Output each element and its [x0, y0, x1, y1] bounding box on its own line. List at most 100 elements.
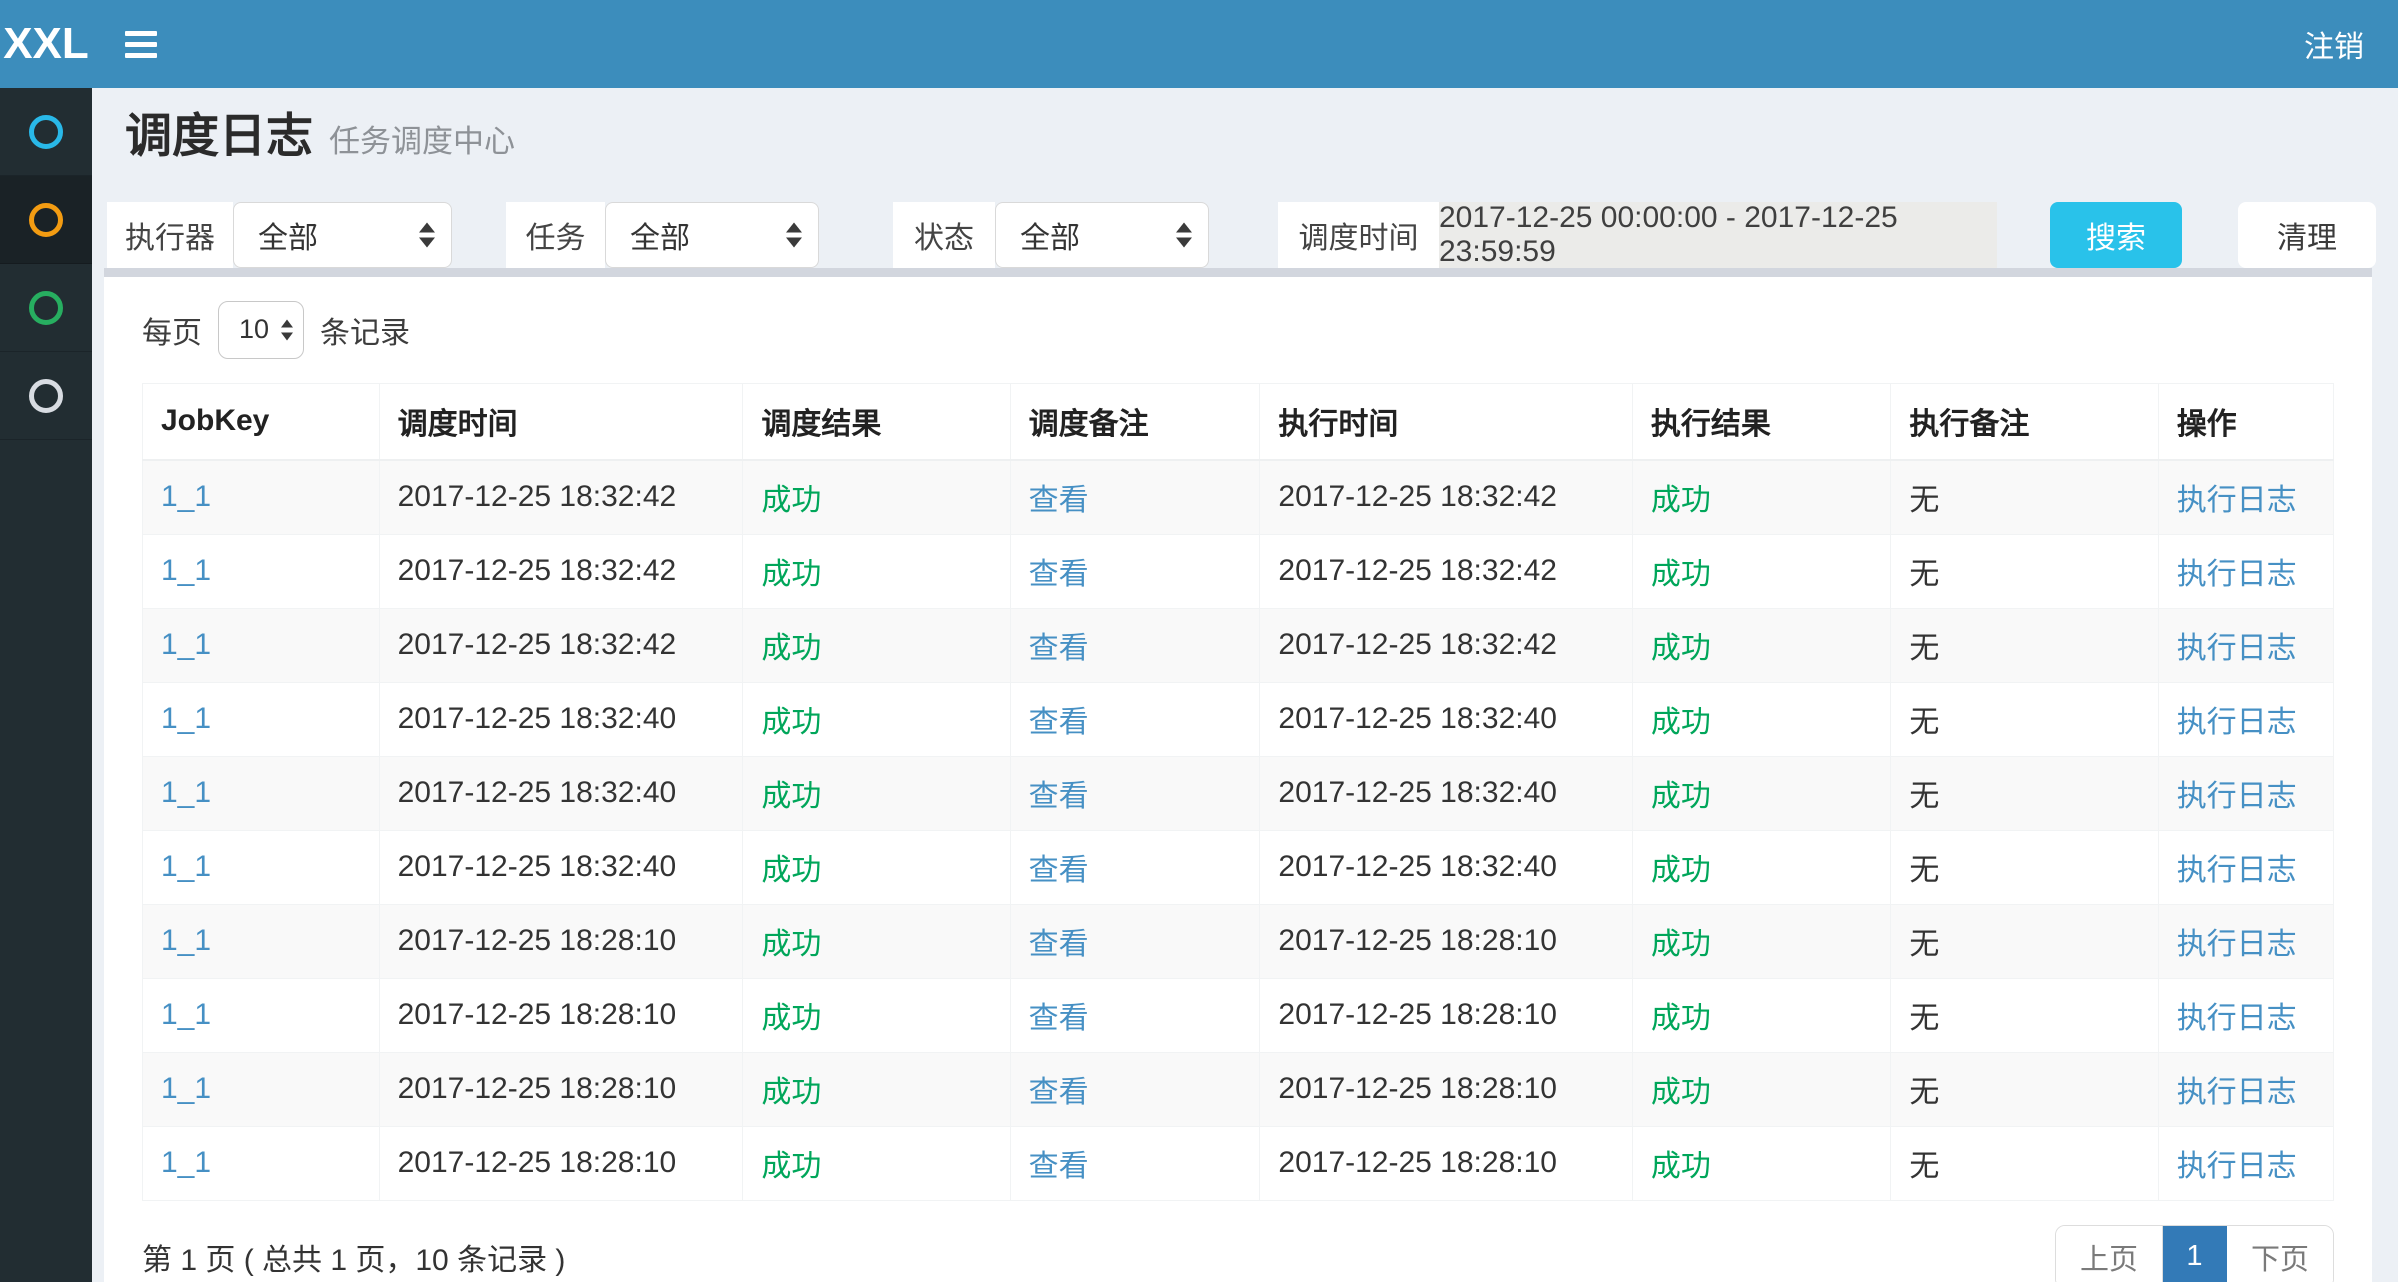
dispatch-remark-link[interactable]: 查看	[1029, 780, 1089, 813]
jobkey-link[interactable]: 1_1	[161, 1146, 211, 1179]
sidebar-item-1[interactable]	[0, 88, 92, 176]
jobkey-link[interactable]: 1_1	[161, 850, 211, 883]
col-execute-remark: 执行备注	[1891, 383, 2158, 460]
execute-time-cell: 2017-12-25 18:32:40	[1278, 850, 1557, 883]
col-execute-time: 执行时间	[1260, 383, 1632, 460]
content-area: 调度日志任务调度中心 执行器 全部 任务 全部 状态 全	[92, 88, 2398, 1282]
clear-button[interactable]: 清理	[2238, 202, 2376, 268]
dispatch-time-cell: 2017-12-25 18:32:42	[398, 628, 677, 661]
sidebar	[0, 88, 92, 1282]
page-size-select[interactable]: 10	[218, 301, 304, 359]
jobkey-link[interactable]: 1_1	[161, 776, 211, 809]
dispatch-time-cell: 2017-12-25 18:28:10	[398, 1146, 677, 1179]
execute-log-link[interactable]: 执行日志	[2177, 632, 2297, 665]
page-size-prefix-label: 每页	[142, 308, 202, 352]
status-filter-label: 状态	[893, 202, 995, 268]
execute-result-cell: 成功	[1651, 854, 1711, 887]
execute-remark-cell: 无	[1909, 854, 1939, 887]
execute-time-cell: 2017-12-25 18:32:42	[1278, 480, 1557, 513]
page-size-control: 每页 10 条记录	[142, 301, 2334, 359]
dispatch-result-cell: 成功	[761, 1150, 821, 1183]
execute-remark-cell: 无	[1909, 484, 1939, 517]
jobkey-link[interactable]: 1_1	[161, 702, 211, 735]
search-button[interactable]: 搜索	[2050, 202, 2182, 268]
jobkey-link[interactable]: 1_1	[161, 924, 211, 957]
execute-log-link[interactable]: 执行日志	[2177, 1150, 2297, 1183]
jobkey-link[interactable]: 1_1	[161, 628, 211, 661]
execute-log-link[interactable]: 执行日志	[2177, 484, 2297, 517]
page-title: 调度日志	[125, 109, 313, 162]
filter-toolbar: 执行器 全部 任务 全部 状态 全部	[92, 202, 2398, 268]
select-stepper-icon	[1176, 222, 1192, 247]
job-filter-group: 任务 全部	[506, 202, 819, 268]
jobkey-link[interactable]: 1_1	[161, 1072, 211, 1105]
dispatch-result-cell: 成功	[761, 558, 821, 591]
logout-link[interactable]: 注销	[2304, 22, 2364, 66]
dispatch-remark-link[interactable]: 查看	[1029, 632, 1089, 665]
execute-log-link[interactable]: 执行日志	[2177, 928, 2297, 961]
dispatch-remark-link[interactable]: 查看	[1029, 928, 1089, 961]
executor-select[interactable]: 全部	[233, 202, 452, 268]
dispatch-remark-link[interactable]: 查看	[1029, 558, 1089, 591]
execute-result-cell: 成功	[1651, 928, 1711, 961]
page-subtitle: 任务调度中心	[329, 124, 515, 159]
execute-remark-cell: 无	[1909, 1150, 1939, 1183]
status-select[interactable]: 全部	[995, 202, 1209, 268]
jobkey-link[interactable]: 1_1	[161, 998, 211, 1031]
execute-log-link[interactable]: 执行日志	[2177, 854, 2297, 887]
prev-page-button[interactable]: 上页	[2056, 1226, 2163, 1282]
execute-log-link[interactable]: 执行日志	[2177, 1002, 2297, 1035]
col-dispatch-result: 调度结果	[743, 383, 1010, 460]
execute-log-link[interactable]: 执行日志	[2177, 1076, 2297, 1109]
execute-remark-cell: 无	[1909, 632, 1939, 665]
execute-result-cell: 成功	[1651, 1150, 1711, 1183]
jobkey-link[interactable]: 1_1	[161, 554, 211, 587]
table-row: 1_1 2017-12-25 18:28:10 成功 查看 2017-12-25…	[143, 904, 2334, 978]
table-row: 1_1 2017-12-25 18:32:40 成功 查看 2017-12-25…	[143, 682, 2334, 756]
execute-time-cell: 2017-12-25 18:32:40	[1278, 776, 1557, 809]
dispatch-result-cell: 成功	[761, 1076, 821, 1109]
sidebar-toggle-icon[interactable]	[125, 31, 157, 58]
execute-result-cell: 成功	[1651, 1076, 1711, 1109]
circle-o-icon	[29, 115, 63, 149]
execute-remark-cell: 无	[1909, 558, 1939, 591]
dispatch-remark-link[interactable]: 查看	[1029, 1150, 1089, 1183]
execute-result-cell: 成功	[1651, 484, 1711, 517]
execute-log-link[interactable]: 执行日志	[2177, 706, 2297, 739]
execute-result-cell: 成功	[1651, 1002, 1711, 1035]
next-page-button[interactable]: 下页	[2227, 1226, 2333, 1282]
dispatch-time-cell: 2017-12-25 18:28:10	[398, 998, 677, 1031]
dispatch-time-cell: 2017-12-25 18:32:40	[398, 702, 677, 735]
dispatch-remark-link[interactable]: 查看	[1029, 1002, 1089, 1035]
dispatch-remark-link[interactable]: 查看	[1029, 1076, 1089, 1109]
table-row: 1_1 2017-12-25 18:32:42 成功 查看 2017-12-25…	[143, 534, 2334, 608]
table-row: 1_1 2017-12-25 18:32:42 成功 查看 2017-12-25…	[143, 460, 2334, 534]
dispatch-time-cell: 2017-12-25 18:28:10	[398, 924, 677, 957]
sidebar-item-4[interactable]	[0, 352, 92, 440]
time-range-input[interactable]: 2017-12-25 00:00:00 - 2017-12-25 23:59:5…	[1439, 202, 1997, 268]
col-action: 操作	[2158, 383, 2333, 460]
sidebar-item-2[interactable]	[0, 176, 92, 264]
dispatch-result-cell: 成功	[761, 484, 821, 517]
execute-time-cell: 2017-12-25 18:32:40	[1278, 702, 1557, 735]
dispatch-result-cell: 成功	[761, 632, 821, 665]
sidebar-item-3[interactable]	[0, 264, 92, 352]
page-header: 调度日志任务调度中心	[92, 88, 2398, 162]
table-row: 1_1 2017-12-25 18:32:40 成功 查看 2017-12-25…	[143, 756, 2334, 830]
execute-log-link[interactable]: 执行日志	[2177, 558, 2297, 591]
page-size-suffix-label: 条记录	[320, 308, 410, 352]
dispatch-remark-link[interactable]: 查看	[1029, 854, 1089, 887]
jobkey-link[interactable]: 1_1	[161, 480, 211, 513]
app-logo[interactable]: XXL	[0, 0, 92, 88]
col-execute-result: 执行结果	[1632, 383, 1891, 460]
execute-log-link[interactable]: 执行日志	[2177, 780, 2297, 813]
dispatch-remark-link[interactable]: 查看	[1029, 484, 1089, 517]
job-select[interactable]: 全部	[605, 202, 819, 268]
status-select-value: 全部	[1020, 213, 1080, 257]
execute-result-cell: 成功	[1651, 632, 1711, 665]
table-row: 1_1 2017-12-25 18:28:10 成功 查看 2017-12-25…	[143, 1126, 2334, 1200]
current-page-button[interactable]: 1	[2163, 1226, 2227, 1282]
circle-o-icon	[29, 203, 63, 237]
execute-result-cell: 成功	[1651, 780, 1711, 813]
dispatch-remark-link[interactable]: 查看	[1029, 706, 1089, 739]
